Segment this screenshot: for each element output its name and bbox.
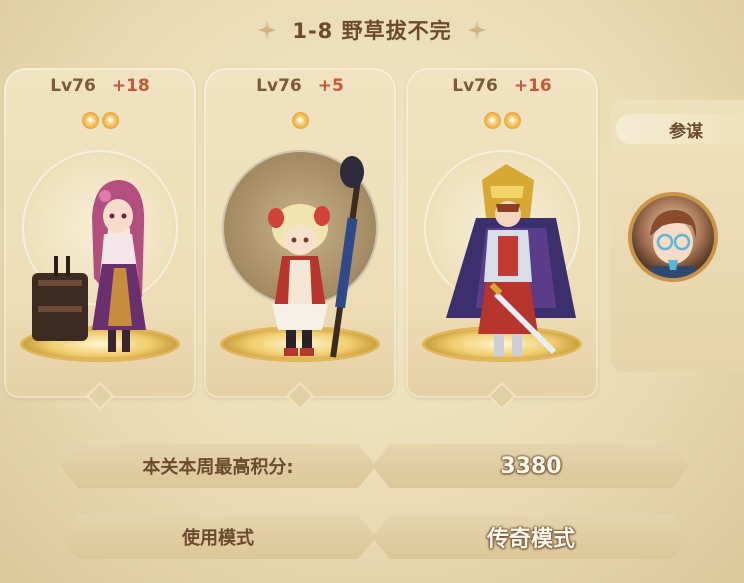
stage-info-screen: 1-8 野草拔不完 Lv76 +18 ✦ ✦ Lv76 +5 ✦ Lv76 +1… <box>0 0 744 583</box>
left-ornament-icon <box>258 21 277 39</box>
mode-row: 使用模式 传奇模式 <box>60 515 690 559</box>
weekly-score-value-plate: 3380 <box>372 444 690 488</box>
hero-card-2[interactable]: Lv76 +5 ✦ <box>204 68 396 411</box>
mode-value: 传奇模式 <box>486 527 575 552</box>
weekly-score-label-plate: 本关本周最高积分: <box>60 444 376 488</box>
hero-sprite-pink-hair-girl <box>32 180 146 352</box>
advisor-label: 参谋 <box>616 114 744 144</box>
advisor-portrait-glasses-boy <box>644 210 702 278</box>
stage-title: 1-8 野草拔不完 <box>292 19 452 43</box>
right-ornament-icon <box>467 21 486 39</box>
hero-sprite-armored-knight <box>446 164 576 356</box>
advisor-avatar[interactable] <box>628 192 718 282</box>
advisor-card[interactable]: 参谋 <box>610 100 744 372</box>
mode-value-plate[interactable]: 传奇模式 <box>372 515 690 559</box>
weekly-score-label: 本关本周最高积分: <box>142 457 294 478</box>
mode-label-plate: 使用模式 <box>60 515 376 559</box>
weekly-score-value: 3380 <box>500 453 562 479</box>
weekly-score-row: 本关本周最高积分: 3380 <box>60 444 690 488</box>
hero-sprite-sheep-girl-with-staff <box>268 156 364 358</box>
hero-card-1[interactable]: Lv76 +18 ✦ ✦ <box>4 68 196 411</box>
hero-card-3[interactable]: Lv76 +16 ✦ ✦ <box>406 68 598 411</box>
stage-title-bar: 1-8 野草拔不完 <box>0 8 744 52</box>
mode-label: 使用模式 <box>182 528 254 549</box>
